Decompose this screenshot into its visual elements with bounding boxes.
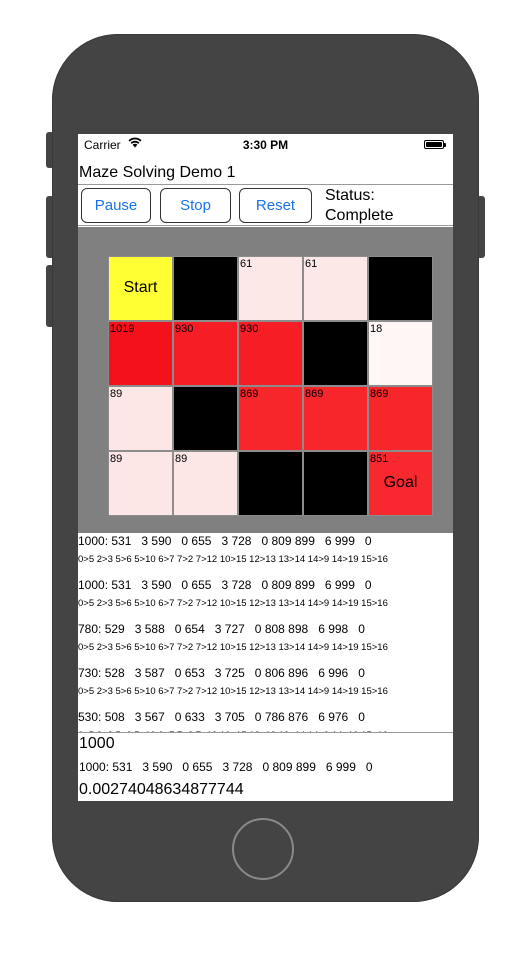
maze-cell [303, 321, 368, 386]
clock: 3:30 PM [242, 138, 289, 152]
maze-cell [173, 256, 238, 321]
cell-value: 61 [240, 258, 253, 270]
cell-value: 18 [370, 323, 383, 335]
log-moves: 0>5 2>3 5>6 5>10 6>7 7>2 7>12 10>15 12>1… [78, 598, 388, 609]
cell-value: 869 [305, 388, 324, 400]
cell-value: 89 [175, 453, 188, 465]
status-label: Status: [325, 187, 375, 204]
elapsed-time: 0.00274048634877744 [79, 781, 244, 798]
cell-value: 89 [110, 453, 123, 465]
maze-cell [238, 451, 303, 516]
maze-cell: 851 Goal [368, 451, 433, 516]
maze-cell: 89 [173, 451, 238, 516]
cell-value: 930 [240, 323, 259, 335]
log-line: 730: 528 3 587 0 653 3 725 0 806 896 6 9… [78, 666, 365, 680]
maze-cell: Start [108, 256, 173, 321]
home-button[interactable] [232, 818, 294, 880]
maze-grid: Start 61 61 1019 930 930 18 89 869 869 869 89 89 851 G… [108, 256, 433, 516]
log-moves: 0>5 2>3 5>6 5>10 6>7 7>2 7>12 10>15 12>1… [78, 642, 388, 653]
divider [78, 732, 453, 733]
status-bar: Carrier 3:30 PM [78, 134, 453, 156]
log-moves: 0>5 2>3 5>6 5>10 6>7 7>2 7>12 10>15 12>1… [78, 554, 388, 565]
stop-button[interactable]: Stop [160, 188, 231, 223]
cell-value: 89 [110, 388, 123, 400]
log-line: 780: 529 3 588 0 654 3 727 0 808 898 6 9… [78, 622, 365, 636]
maze-cell: 61 [303, 256, 368, 321]
maze-cell [303, 451, 368, 516]
final-summary: 1000: 531 3 590 0 655 3 728 0 809 899 6 … [79, 760, 373, 774]
maze-cell [173, 386, 238, 451]
log-line: 1000: 531 3 590 0 655 3 728 0 809 899 6 … [78, 534, 372, 548]
cell-label: Goal [383, 474, 418, 491]
cell-value: 851 [370, 453, 389, 465]
maze-cell: 869 [368, 386, 433, 451]
cell-value: 869 [370, 388, 389, 400]
log-line: 1000: 531 3 590 0 655 3 728 0 809 899 6 … [78, 578, 372, 592]
app-title: Maze Solving Demo 1 [79, 164, 236, 181]
pause-button[interactable]: Pause [81, 188, 151, 223]
cell-value: 61 [305, 258, 318, 270]
cell-value: 869 [240, 388, 259, 400]
maze-cell: 869 [238, 386, 303, 451]
iteration-count: 1000 [79, 735, 115, 752]
cell-value: 930 [175, 323, 194, 335]
maze-cell: 869 [303, 386, 368, 451]
maze-cell: 930 [238, 321, 303, 386]
cell-value: 1019 [110, 323, 135, 335]
solver-log[interactable]: 1000: 531 3 590 0 655 3 728 0 809 899 6 … [78, 532, 453, 732]
maze-panel: Start 61 61 1019 930 930 18 89 869 869 869 89 89 851 G… [78, 227, 453, 533]
maze-cell: 89 [108, 386, 173, 451]
maze-cell: 61 [238, 256, 303, 321]
reset-button[interactable]: Reset [239, 188, 312, 223]
cell-label: Start [123, 279, 158, 296]
maze-cell: 1019 [108, 321, 173, 386]
divider [78, 184, 453, 185]
maze-cell: 18 [368, 321, 433, 386]
maze-cell [368, 256, 433, 321]
log-line: 530: 508 3 567 0 633 3 705 0 786 876 6 9… [78, 710, 365, 724]
log-moves: 0>5 2>3 5>6 5>10 6>7 7>2 7>12 10>15 12>1… [78, 686, 388, 697]
maze-cell: 930 [173, 321, 238, 386]
app-screen: Carrier 3:30 PM Maze Solving Demo 1 Paus… [78, 134, 453, 801]
maze-cell: 89 [108, 451, 173, 516]
status-value: Complete [325, 207, 394, 224]
battery-icon [424, 140, 446, 149]
divider [78, 225, 453, 226]
